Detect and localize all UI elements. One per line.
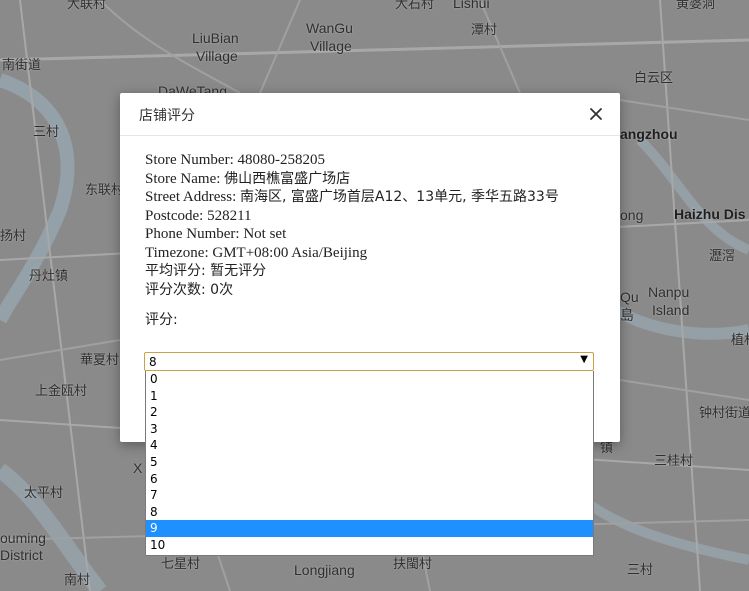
rating-option[interactable]: 8 — [146, 504, 593, 521]
store-name-value: 佛山西樵富盛广场店 — [224, 170, 351, 187]
rating-option[interactable]: 9 — [146, 520, 593, 537]
map-label: Qu — [620, 289, 639, 305]
map-label: angzhou — [620, 126, 678, 142]
map-label: 扬村 — [0, 229, 27, 244]
map-label: 植村 — [731, 333, 749, 348]
map-label: 黄婆洞 — [676, 0, 716, 12]
map-label: Haizhu Dis — [674, 206, 746, 222]
map-label: 上金瓯村 — [35, 384, 88, 399]
chevron-down-icon: ▼ — [580, 354, 588, 365]
rating-option[interactable]: 4 — [146, 437, 593, 454]
store-name-label: Store Name: — [145, 170, 225, 187]
map-label: X — [133, 460, 143, 476]
average-rating: 平均评分: 暂无评分 — [145, 263, 267, 279]
map-label: 南村 — [64, 573, 91, 588]
store-name: Store Name: 佛山西樵富盛广场店 — [145, 170, 600, 189]
map-label: Village — [310, 38, 352, 54]
map-label: ouming — [0, 530, 46, 546]
map-label: 華夏村 — [80, 353, 120, 368]
map-label: District — [0, 547, 43, 563]
map-label: Lishui — [453, 0, 490, 11]
map-label: Longjiang — [294, 562, 355, 578]
map-label: 潭村 — [471, 23, 498, 38]
map-label: Island — [652, 302, 690, 318]
phone-number: Phone Number: Not set — [145, 226, 287, 242]
dialog-title: 店铺评分 — [139, 108, 195, 124]
map-label: 钟村街道 — [699, 406, 749, 421]
rating-option[interactable]: 3 — [146, 421, 593, 438]
map-label: 白云区 — [634, 71, 674, 86]
map-label: 镇 — [600, 441, 614, 456]
street-address-value: 南海区, 富盛广场首层A12、13单元, 季华五路33号 — [240, 189, 559, 205]
rating-option[interactable]: 6 — [146, 471, 593, 488]
map-label: 南街道 — [2, 58, 42, 73]
street-address-label: Street Address: — [145, 189, 240, 205]
map-label: WanGu — [306, 20, 353, 36]
rating-dropdown-list[interactable]: 0 1 2 3 4 5 6 7 8 9 10 — [145, 371, 594, 556]
map-label: 大联村 — [67, 0, 107, 12]
rating-option[interactable]: 5 — [146, 454, 593, 471]
rating-option[interactable]: 10 — [146, 537, 593, 554]
map-label: 三桂村 — [654, 454, 694, 469]
map-label: 丹灶镇 — [29, 269, 69, 284]
map-label: 七星村 — [161, 557, 201, 572]
rating-option[interactable]: 7 — [146, 487, 593, 504]
store-number: Store Number: 48080-258205 — [145, 152, 325, 168]
map-label: Nanpu — [648, 284, 690, 300]
map-label: 瀝滘 — [709, 249, 736, 264]
store-info: Store Number: 48080-258205 Store Name: 佛… — [145, 151, 600, 330]
rating-option[interactable]: 0 — [146, 371, 593, 388]
map-label: LiuBian — [192, 30, 239, 46]
close-icon[interactable] — [588, 106, 604, 122]
rating-option[interactable]: 2 — [146, 404, 593, 421]
rating-count: 评分次数: 0次 — [145, 281, 234, 298]
postcode: Postcode: 528211 — [145, 207, 252, 224]
map-label: 大石村 — [395, 0, 435, 12]
timezone: Timezone: GMT+08:00 Asia/Beijing — [145, 244, 368, 261]
rating-option[interactable]: 1 — [146, 388, 593, 405]
map-label: ong — [620, 207, 644, 223]
street-address: Street Address: 南海区, 富盛广场首层A12、13单元, 季华五… — [145, 188, 600, 207]
map-label: 扶閩村 — [393, 557, 433, 572]
rating-select-value: 8 — [149, 355, 157, 369]
map-label: Village — [196, 48, 238, 64]
map-label: 三村 — [33, 125, 60, 140]
map-label: 东联村 — [85, 183, 125, 198]
map-label: 島 — [620, 307, 634, 323]
rating-label: 评分: — [145, 312, 178, 328]
dialog-header: 店铺评分 — [120, 93, 620, 136]
map-label: 太平村 — [24, 486, 64, 501]
rating-select[interactable]: 8 ▼ — [144, 352, 594, 371]
map-label: 三村 — [627, 563, 654, 578]
